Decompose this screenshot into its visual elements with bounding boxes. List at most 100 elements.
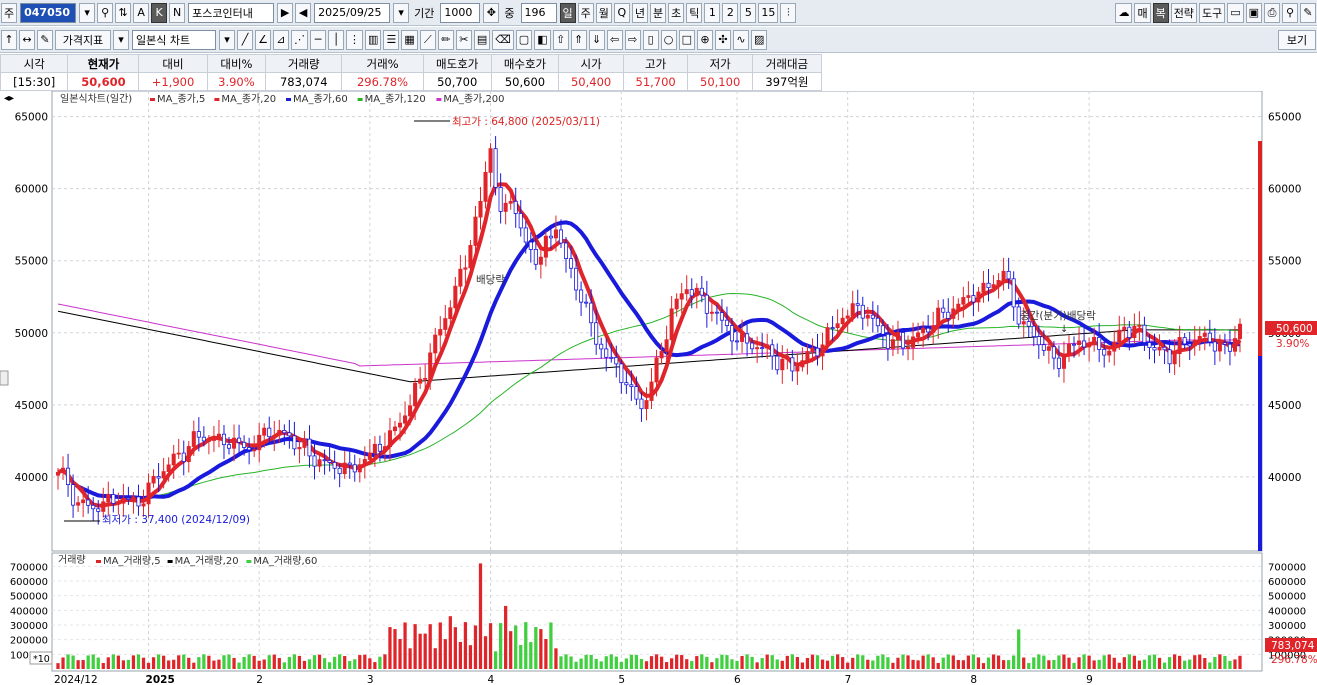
x-tick-label: 2024/12	[54, 674, 98, 685]
count-input[interactable]: 196	[520, 2, 557, 23]
k-button[interactable]: K	[151, 2, 168, 23]
scissors-tool-icon[interactable]: ✂	[455, 29, 472, 50]
prev-icon[interactable]: ◀	[295, 2, 312, 23]
trend-tool-icon[interactable]: ⟋	[419, 29, 436, 50]
volume-bar	[800, 662, 805, 669]
horizontal-arrows-icon[interactable]: ↔	[19, 29, 35, 50]
channel-tool-icon[interactable]: ⋮	[346, 29, 363, 50]
a-button[interactable]: A	[133, 2, 150, 23]
buy-button[interactable]: 매	[1134, 2, 1151, 23]
wrench-icon[interactable]: ✎	[1300, 2, 1316, 23]
bars-icon[interactable]: ⫶	[780, 2, 797, 23]
candle-body	[921, 327, 926, 334]
quote-change-pct: 3.90%	[206, 72, 267, 91]
line-tool-icon[interactable]: ╱	[237, 29, 253, 50]
circle-icon[interactable]: ○	[660, 29, 677, 50]
wave-icon[interactable]: ∿	[733, 29, 749, 50]
grid-box-icon[interactable]: ▤	[473, 29, 491, 50]
zoom-icon[interactable]: ⊕	[697, 29, 713, 50]
volume-bar	[473, 625, 478, 669]
interval-15[interactable]: 15	[758, 2, 779, 23]
interval-week[interactable]: 주	[577, 2, 594, 23]
interval-month[interactable]: 월	[595, 2, 612, 23]
candle-body	[101, 501, 106, 512]
color-icon[interactable]: ◧	[534, 29, 551, 50]
date-field[interactable]: 2025/09/25	[314, 2, 391, 23]
search-icon[interactable]: ⚲	[97, 2, 114, 23]
edit-icon[interactable]: ✎	[37, 29, 53, 50]
volume-bar	[1203, 658, 1207, 669]
interval-year[interactable]: 년	[631, 2, 648, 23]
candle-body	[367, 452, 372, 460]
up-arrow-icon[interactable]: ↑	[1, 29, 17, 50]
angle-tool-icon[interactable]: ∠	[255, 29, 271, 50]
scroll-arrows-icon[interactable]: ◂▸	[4, 93, 14, 104]
print-icon[interactable]: ⎙	[1264, 2, 1280, 23]
pencil-tool-icon[interactable]: ✏	[437, 29, 454, 50]
arrow-down-icon[interactable]: ⇓	[588, 29, 605, 50]
arrow-up-icon[interactable]: ⇑	[570, 29, 587, 50]
page-icon[interactable]: ▯	[642, 29, 659, 50]
period-input[interactable]: 1000	[440, 2, 481, 23]
view-button[interactable]: 보기	[1278, 29, 1316, 50]
chevron-up-icon[interactable]: ⇧	[552, 29, 569, 50]
candle-body	[453, 285, 458, 309]
volume-bar	[353, 659, 357, 669]
stock-chart[interactable]: 4000040000450004500050000500005500055000…	[0, 91, 1317, 685]
chart-type-dropdown-icon[interactable]: ▾	[219, 29, 235, 50]
play-icon[interactable]: ▶	[277, 2, 294, 23]
tab-label[interactable]: 주	[1, 2, 18, 23]
volume-bar	[1022, 657, 1026, 669]
candle-body	[1197, 336, 1202, 341]
search-icon-right[interactable]: ⚲	[1282, 2, 1298, 23]
n-button[interactable]: N	[169, 2, 186, 23]
dropdown-arrow-icon[interactable]: ▾	[79, 2, 96, 23]
interval-tick[interactable]: 틱	[686, 2, 703, 23]
magic-icon[interactable]: ✣	[715, 29, 731, 50]
cloud-icon[interactable]: ☁	[1115, 2, 1133, 23]
interval-5[interactable]: 5	[740, 2, 757, 23]
arrow-right-icon[interactable]: ⇨	[624, 29, 641, 50]
tools-button[interactable]: 도구	[1198, 2, 1226, 23]
folder-icon[interactable]: ▭	[1227, 2, 1244, 23]
interval-second[interactable]: 초	[668, 2, 685, 23]
stock-code-input[interactable]: 047050	[20, 2, 77, 23]
multi-button[interactable]: 복	[1152, 2, 1169, 23]
save-icon[interactable]: ▣	[1245, 2, 1262, 23]
candle-body	[1051, 346, 1056, 359]
expand-icon[interactable]: ✥	[483, 2, 500, 23]
interval-2[interactable]: 2	[722, 2, 739, 23]
note-icon[interactable]: ▢	[515, 29, 533, 50]
price-ma-legend-swatch	[286, 98, 291, 101]
candle-body	[709, 311, 714, 314]
strategy-button[interactable]: 전략	[1170, 2, 1197, 23]
bars-tool-icon[interactable]: ▦	[401, 29, 418, 50]
candle-body	[1061, 355, 1066, 369]
interval-quarter[interactable]: Q	[613, 2, 630, 23]
interval-1[interactable]: 1	[704, 2, 721, 23]
date-dropdown-icon[interactable]: ▾	[393, 2, 410, 23]
arrow-left-icon[interactable]: ⇦	[606, 29, 623, 50]
sort-icon[interactable]: ⇅	[115, 2, 132, 23]
interval-minute[interactable]: 분	[650, 2, 667, 23]
vline-tool-icon[interactable]: │	[328, 29, 344, 50]
volume-bar	[1238, 655, 1242, 669]
fan-tool-icon[interactable]: ⋰	[291, 29, 308, 50]
price-range-down-bar	[1258, 356, 1262, 551]
list-tool-icon[interactable]: ☰	[383, 29, 400, 50]
grid-tool-icon[interactable]: ▥	[365, 29, 382, 50]
square-icon[interactable]: □	[678, 29, 695, 50]
fib-tool-icon[interactable]: ⊿	[273, 29, 289, 50]
interval-day[interactable]: 일	[559, 2, 576, 23]
hline-tool-icon[interactable]: ─	[310, 29, 326, 50]
image-icon[interactable]: ▨	[751, 29, 768, 50]
stock-name-field[interactable]: 포스코인터내	[188, 2, 275, 23]
indicator-button[interactable]: 가격지표	[55, 29, 111, 50]
side-expand-button[interactable]	[0, 370, 9, 386]
indicator-dropdown-icon[interactable]: ▾	[113, 29, 129, 50]
volume-bar	[161, 655, 166, 669]
current-volume-tag: 783,074	[1271, 640, 1315, 652]
quote-value-row: [15:30] 50,600 +1,900 3.90% 783,074 296.…	[0, 72, 823, 91]
eraser-icon[interactable]: ⌫	[492, 29, 514, 50]
chart-type-select[interactable]: 일본식 차트	[132, 29, 216, 50]
